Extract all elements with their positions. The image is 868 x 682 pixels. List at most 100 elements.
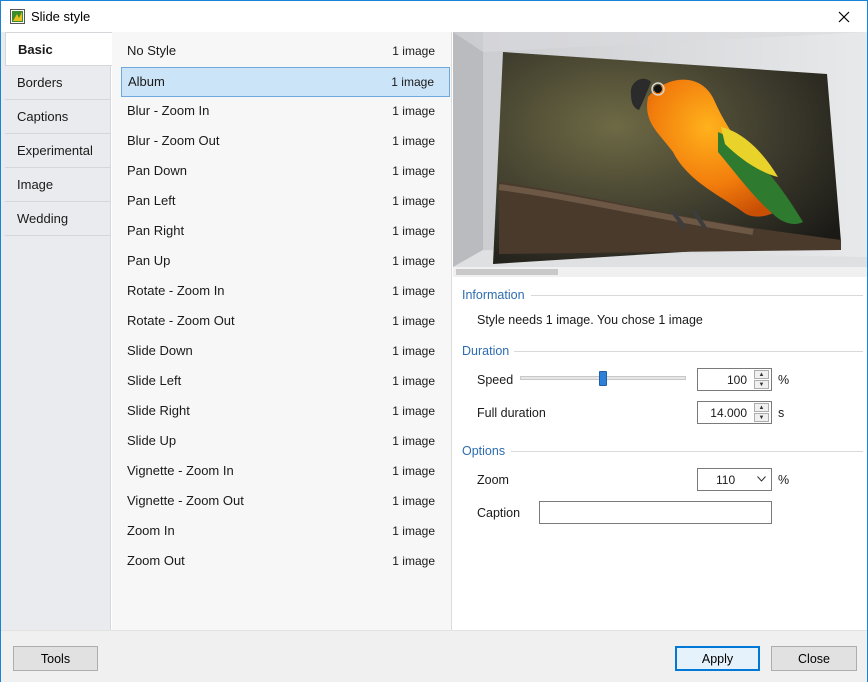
slide-style-dialog: Slide style Basic Borders Captions Exper… [0, 0, 868, 682]
tab-captions[interactable]: Captions [5, 100, 111, 134]
duration-section-title: Duration [462, 344, 510, 358]
window-title: Slide style [31, 9, 91, 24]
style-name: Zoom Out [127, 553, 185, 568]
list-item[interactable]: Pan Left 1 image [121, 187, 450, 217]
list-item[interactable]: Zoom In 1 image [121, 517, 450, 547]
style-name: Vignette - Zoom In [127, 463, 234, 478]
tab-borders[interactable]: Borders [5, 66, 111, 100]
tab-basic[interactable]: Basic [5, 32, 112, 66]
divider [514, 351, 863, 352]
speed-unit: % [778, 373, 790, 387]
style-image-count: 1 image [392, 524, 435, 538]
list-item[interactable]: Pan Up 1 image [121, 247, 450, 277]
tools-button[interactable]: Tools [13, 646, 98, 671]
style-name: Rotate - Zoom In [127, 283, 225, 298]
tab-label: Basic [18, 42, 53, 57]
tab-label: Captions [17, 109, 69, 124]
full-duration-label: Full duration [477, 406, 546, 420]
style-image-count: 1 image [392, 554, 435, 568]
style-image-count: 1 image [392, 344, 435, 358]
full-duration-value: 14.000 [710, 406, 747, 420]
apply-button[interactable]: Apply [675, 646, 760, 671]
style-name: Vignette - Zoom Out [127, 493, 244, 508]
spin-down-icon[interactable]: ▼ [754, 380, 769, 389]
style-name: Pan Down [127, 163, 187, 178]
list-item[interactable]: No Style 1 image [121, 37, 450, 67]
spin-up-icon[interactable]: ▲ [754, 403, 769, 412]
style-name: Blur - Zoom In [127, 103, 210, 118]
style-name: Blur - Zoom Out [127, 133, 220, 148]
divider [511, 451, 863, 452]
style-name: No Style [127, 43, 177, 58]
caption-input[interactable] [539, 501, 772, 524]
style-name: Slide Right [127, 403, 190, 418]
list-item[interactable]: Slide Up 1 image [121, 427, 450, 457]
list-item[interactable]: Zoom Out 1 image [121, 547, 450, 577]
caption-label: Caption [477, 506, 521, 520]
zoom-value: 110 [716, 473, 736, 487]
style-image-count: 1 image [392, 104, 435, 118]
zoom-dropdown[interactable]: 110 [697, 468, 772, 491]
tab-label: Image [17, 177, 54, 192]
speed-slider-thumb[interactable] [599, 371, 607, 386]
list-item[interactable]: Pan Right 1 image [121, 217, 450, 247]
slide-style-app-icon [10, 9, 25, 24]
tab-experimental[interactable]: Experimental [5, 134, 111, 168]
style-image-count: 1 image [392, 164, 435, 178]
bottom-button-bar: Tools Apply Close [1, 630, 867, 682]
preview-scrollbar[interactable] [453, 267, 867, 277]
style-preview [453, 32, 867, 267]
style-name: Pan Left [127, 193, 176, 208]
style-name: Slide Up [127, 433, 177, 448]
list-item-selected[interactable]: Album 1 image [121, 67, 450, 97]
divider [531, 295, 863, 296]
list-item[interactable]: Vignette - Zoom In 1 image [121, 457, 450, 487]
list-item[interactable]: Vignette - Zoom Out 1 image [121, 487, 450, 517]
speed-spinbox[interactable]: 100 ▲ ▼ [697, 368, 772, 391]
style-name: Pan Right [127, 223, 185, 238]
style-list: No Style 1 image Album 1 image Blur - Zoom… [112, 32, 452, 630]
full-duration-spinbox[interactable]: 14.000 ▲ ▼ [697, 401, 772, 424]
style-image-count: 1 image [392, 284, 435, 298]
list-item[interactable]: Slide Right 1 image [121, 397, 450, 427]
full-duration-unit: s [778, 406, 785, 420]
style-name: Zoom In [127, 523, 175, 538]
options-section-title: Options [462, 444, 506, 458]
close-button[interactable]: Close [771, 646, 857, 671]
tab-wedding[interactable]: Wedding [5, 202, 111, 236]
information-section-title: Information [462, 288, 525, 302]
close-icon[interactable] [821, 1, 867, 32]
list-item[interactable]: Blur - Zoom Out 1 image [121, 127, 450, 157]
category-tabs: Basic Borders Captions Experimental Imag… [1, 32, 112, 630]
style-image-count: 1 image [392, 494, 435, 508]
style-image-count: 1 image [392, 464, 435, 478]
style-image-count: 1 image [392, 224, 435, 238]
information-message: Style needs 1 image. You chose 1 image [477, 313, 703, 327]
style-image-count: 1 image [392, 434, 435, 448]
spin-down-icon[interactable]: ▼ [754, 413, 769, 422]
style-image-count: 1 image [392, 44, 435, 58]
list-item[interactable]: Pan Down 1 image [121, 157, 450, 187]
style-image-count: 1 image [392, 254, 435, 268]
title-bar: Slide style [1, 1, 867, 32]
list-item[interactable]: Rotate - Zoom Out 1 image [121, 307, 450, 337]
zoom-unit: % [778, 473, 790, 487]
list-item[interactable]: Slide Down 1 image [121, 337, 450, 367]
scrollbar-thumb[interactable] [456, 269, 558, 275]
list-item[interactable]: Blur - Zoom In 1 image [121, 97, 450, 127]
style-image-count: 1 image [392, 314, 435, 328]
tab-label: Borders [17, 75, 63, 90]
chevron-down-icon [757, 476, 766, 482]
style-image-count: 1 image [392, 134, 435, 148]
spin-up-icon[interactable]: ▲ [754, 370, 769, 379]
speed-value: 100 [726, 373, 747, 387]
tab-image[interactable]: Image [5, 168, 111, 202]
list-item[interactable]: Rotate - Zoom In 1 image [121, 277, 450, 307]
style-image-count: 1 image [391, 75, 434, 89]
style-name: Slide Left [127, 373, 182, 388]
list-item[interactable]: Slide Left 1 image [121, 367, 450, 397]
style-image-count: 1 image [392, 194, 435, 208]
tab-label: Wedding [17, 211, 69, 226]
style-name: Slide Down [127, 343, 193, 358]
style-image-count: 1 image [392, 374, 435, 388]
